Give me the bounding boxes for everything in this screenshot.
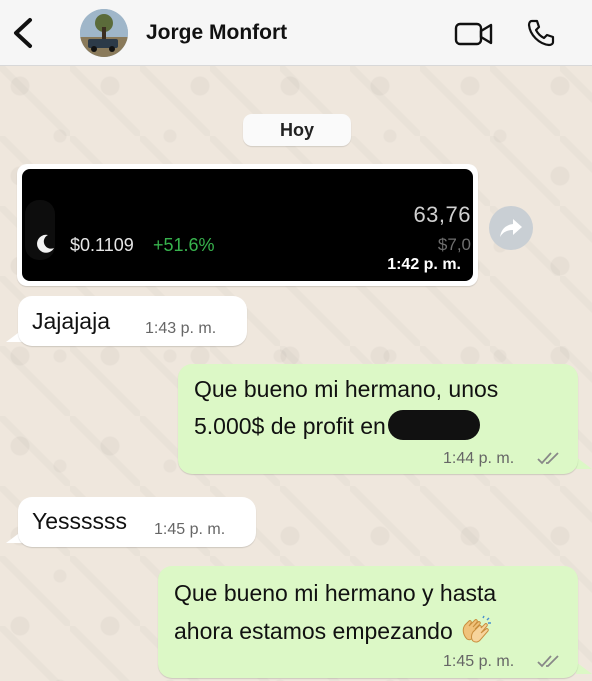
outgoing-message[interactable]: Que bueno mi hermano y hasta ahora estam… xyxy=(158,566,578,678)
message-time: 1:42 p. m. xyxy=(387,256,461,273)
contact-name[interactable]: Jorge Monfort xyxy=(146,21,287,45)
outgoing-message[interactable]: Que bueno mi hermano, unos 5.000$ de pro… xyxy=(178,364,578,474)
redacted-text xyxy=(387,410,480,440)
incoming-image-message: $0.1109 +51.6% 63,76 $7,0 1:42 p. m. xyxy=(17,164,478,286)
message-text-line-2-content: ahora estamos empezando xyxy=(174,618,453,644)
message-time: 1:45 p. m. xyxy=(443,653,515,670)
message-text: Jajajaja xyxy=(32,308,110,334)
message-text-line-2: 5.000$ de profit en xyxy=(194,410,480,440)
moon-icon xyxy=(37,234,54,253)
forward-icon xyxy=(500,219,522,237)
message-text-line-1: Que bueno mi hermano, unos xyxy=(194,376,499,402)
clapping-hands-icon xyxy=(462,615,491,643)
phone-icon[interactable] xyxy=(526,18,556,48)
double-tick-read-icon xyxy=(537,452,559,465)
bubble-tail xyxy=(576,662,592,674)
token-change: +51.6% xyxy=(153,235,215,255)
date-separator: Hoy xyxy=(243,114,351,146)
incoming-message[interactable]: Jajajaja 1:43 p. m. xyxy=(18,296,247,346)
double-tick-read-icon xyxy=(537,655,559,668)
forward-button[interactable] xyxy=(489,206,533,250)
message-time: 1:43 p. m. xyxy=(145,320,217,337)
bubble-tail xyxy=(576,457,592,469)
message-time: 1:45 p. m. xyxy=(154,521,226,538)
chat-header: Jorge Monfort xyxy=(0,0,592,66)
holding-value: 63,76 xyxy=(413,202,471,227)
holding-sub-value: $7,0 xyxy=(437,235,471,254)
message-text-line-2-content: 5.000$ de profit en xyxy=(194,413,386,439)
message-text: Yessssss xyxy=(32,508,128,534)
shared-screenshot[interactable]: $0.1109 +51.6% 63,76 $7,0 1:42 p. m. xyxy=(22,169,473,281)
avatar[interactable] xyxy=(80,9,128,57)
token-price: $0.1109 xyxy=(70,235,134,255)
message-time: 1:44 p. m. xyxy=(443,450,515,467)
message-text-line-1: Que bueno mi hermano y hasta xyxy=(174,580,497,606)
message-text-line-2: ahora estamos empezando xyxy=(174,615,493,645)
video-call-icon[interactable] xyxy=(454,20,494,48)
back-icon[interactable] xyxy=(10,16,36,50)
incoming-message[interactable]: Yessssss 1:45 p. m. xyxy=(18,497,256,547)
